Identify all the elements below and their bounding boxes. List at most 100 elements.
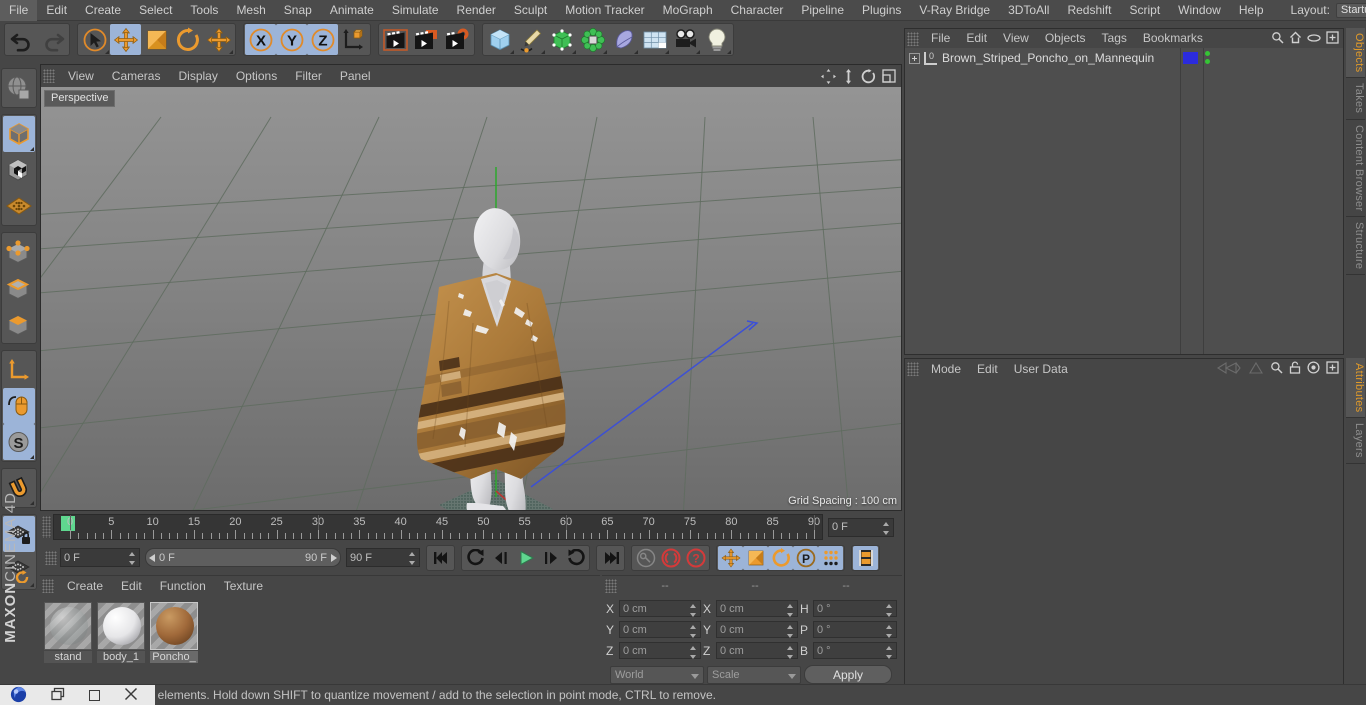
render-view-icon[interactable] — [380, 24, 411, 55]
position-z-field[interactable]: 0 cm — [619, 642, 701, 659]
dolly-icon[interactable] — [840, 68, 857, 85]
rotate-icon[interactable] — [860, 68, 877, 85]
redo-icon[interactable] — [37, 24, 68, 55]
stepper-icon[interactable] — [129, 552, 136, 565]
light-icon[interactable] — [701, 24, 732, 55]
object-menu-edit[interactable]: Edit — [958, 29, 995, 48]
end-frame-field[interactable]: 90 F — [346, 548, 420, 567]
snap-toggle-icon[interactable]: S — [3, 424, 35, 460]
timeline-view-icon[interactable] — [853, 545, 878, 570]
render-to-picture-viewer-icon[interactable] — [411, 24, 442, 55]
record-scale-icon[interactable] — [743, 545, 768, 570]
previous-keyframe-icon[interactable] — [463, 545, 488, 570]
coordinate-system-select[interactable]: World — [610, 665, 704, 684]
texture-mode-icon[interactable] — [3, 152, 35, 188]
enable-axis-mouse-icon[interactable] — [3, 388, 35, 424]
autokey-icon[interactable] — [633, 545, 658, 570]
scene-floor-icon[interactable] — [639, 24, 670, 55]
menu-sculpt[interactable]: Sculpt — [505, 0, 556, 21]
window-maximize-icon[interactable] — [89, 690, 100, 701]
record-pla-icon[interactable] — [818, 545, 843, 570]
menu-select[interactable]: Select — [130, 0, 181, 21]
menu-file[interactable]: File — [0, 0, 38, 21]
forward-nav-icon[interactable] — [1248, 361, 1264, 378]
viewport-menu-cameras[interactable]: Cameras — [103, 65, 170, 87]
playback-range-slider[interactable]: 0 F 90 F — [145, 548, 341, 567]
size-z-field[interactable]: 0 cm — [716, 642, 798, 659]
step-back-icon[interactable] — [488, 545, 513, 570]
viewport-menu-filter[interactable]: Filter — [286, 65, 331, 87]
position-x-field[interactable]: 0 cm — [619, 600, 701, 617]
menu-render[interactable]: Render — [448, 0, 505, 21]
stepper-icon[interactable] — [690, 604, 697, 617]
bend-deformer-icon[interactable] — [608, 24, 639, 55]
tab-objects[interactable]: Objects — [1346, 28, 1365, 79]
object-row[interactable]: 0 Brown_Striped_Poncho_on_Mannequin — [905, 48, 1343, 68]
material-item[interactable]: Poncho_ — [150, 602, 198, 663]
model-mode-icon[interactable] — [3, 116, 35, 152]
panel-grip-icon[interactable] — [605, 579, 617, 593]
stepper-icon[interactable] — [690, 646, 697, 659]
menu-redshift[interactable]: Redshift — [1058, 0, 1120, 21]
render-settings-icon[interactable] — [442, 24, 473, 55]
polygon-mode-icon[interactable] — [3, 306, 35, 342]
attribute-menu-mode[interactable]: Mode — [923, 359, 969, 379]
menu-script[interactable]: Script — [1120, 0, 1169, 21]
undo-icon[interactable] — [6, 24, 37, 55]
size-y-field[interactable]: 0 cm — [716, 621, 798, 638]
viewport-menu-options[interactable]: Options — [227, 65, 286, 87]
pin-icon[interactable] — [1307, 361, 1320, 377]
lock-icon[interactable] — [1289, 361, 1301, 377]
live-selection-icon[interactable] — [79, 24, 110, 55]
new-tab-icon[interactable] — [1326, 361, 1339, 377]
go-to-end-icon[interactable] — [598, 545, 623, 570]
menu-snap[interactable]: Snap — [275, 0, 321, 21]
next-keyframe-icon[interactable] — [563, 545, 588, 570]
panel-grip-icon[interactable] — [43, 69, 55, 83]
camera-icon[interactable] — [670, 24, 701, 55]
timeline-ruler[interactable]: 051015202530354045505560657075808590 — [53, 514, 823, 540]
object-menu-tags[interactable]: Tags — [1094, 29, 1135, 48]
search-icon[interactable] — [1271, 31, 1284, 47]
menu-3dtoall[interactable]: 3DToAll — [999, 0, 1058, 21]
viewport-3d[interactable]: Perspective Grid Spacing : 100 cm — [41, 87, 901, 510]
spline-pen-icon[interactable] — [515, 24, 546, 55]
material-preview[interactable] — [97, 602, 145, 650]
stepper-icon[interactable] — [886, 646, 893, 659]
material-preview[interactable] — [150, 602, 198, 650]
apply-button[interactable]: Apply — [804, 665, 892, 684]
ellipse-icon[interactable] — [1307, 32, 1321, 46]
menu-mograph[interactable]: MoGraph — [654, 0, 722, 21]
axis-mode-icon[interactable] — [3, 352, 35, 388]
home-icon[interactable] — [1289, 31, 1302, 47]
world-object-axis-icon[interactable] — [338, 24, 369, 55]
layer-color-swatch[interactable] — [1183, 52, 1198, 64]
move-alt-icon[interactable] — [203, 24, 234, 55]
material-menu-texture[interactable]: Texture — [215, 576, 272, 596]
scale-tool-icon[interactable] — [141, 24, 172, 55]
timeline-frame-field[interactable]: 0 F — [828, 517, 894, 537]
stepper-icon[interactable] — [886, 604, 893, 617]
rotation-h-field[interactable]: 0 ° — [813, 600, 897, 617]
menu-tools[interactable]: Tools — [181, 0, 227, 21]
record-parameter-icon[interactable]: P — [793, 545, 818, 570]
current-frame-field[interactable]: 0 F — [60, 548, 140, 567]
material-menu-create[interactable]: Create — [58, 576, 112, 596]
material-item[interactable]: body_1 — [97, 602, 145, 663]
workplane-mode-icon[interactable] — [3, 188, 35, 224]
x-axis-icon[interactable]: X — [245, 24, 276, 55]
viewport-menu-panel[interactable]: Panel — [331, 65, 380, 87]
menu-pipeline[interactable]: Pipeline — [792, 0, 853, 21]
position-y-field[interactable]: 0 cm — [619, 621, 701, 638]
record-position-icon[interactable] — [718, 545, 743, 570]
stepper-icon[interactable] — [409, 552, 416, 565]
back-nav-icon[interactable] — [1216, 361, 1242, 378]
expand-toggle-icon[interactable] — [909, 52, 920, 64]
material-menu-edit[interactable]: Edit — [112, 576, 151, 596]
menu-simulate[interactable]: Simulate — [383, 0, 448, 21]
stepper-icon[interactable] — [787, 625, 794, 638]
play-icon[interactable] — [513, 545, 538, 570]
record-active-objects-icon[interactable] — [658, 545, 683, 570]
pan-icon[interactable] — [820, 68, 837, 85]
object-menu-bookmarks[interactable]: Bookmarks — [1135, 29, 1211, 48]
